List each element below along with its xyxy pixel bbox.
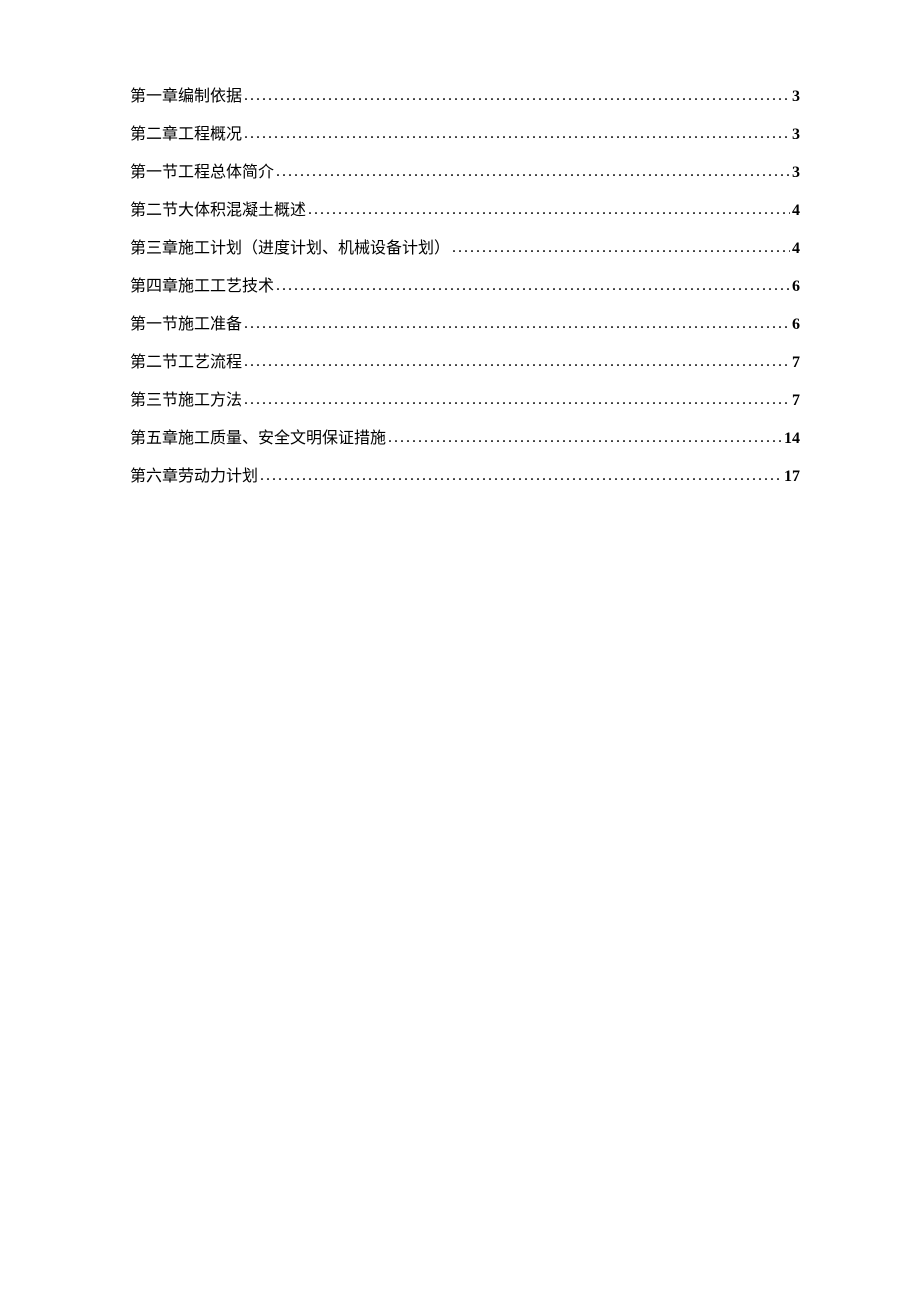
toc-leader-dots [276,160,790,184]
toc-page-number: 17 [784,465,800,489]
toc-title: 第一章编制依据 [130,85,242,109]
toc-entry: 第一节工程总体简介 3 [130,161,800,185]
toc-leader-dots [276,274,790,298]
toc-entry: 第三节施工方法 7 [130,389,800,413]
toc-entry: 第一节施工准备 6 [130,313,800,337]
document-page: 第一章编制依据 3 第二章工程概况 3 第一节工程总体简介 3 第二节大体积混凝… [0,0,920,489]
toc-page-number: 6 [792,275,800,299]
toc-title: 第一节工程总体简介 [130,161,274,185]
toc-title: 第三节施工方法 [130,389,242,413]
toc-title: 第二章工程概况 [130,123,242,147]
toc-page-number: 3 [792,85,800,109]
toc-page-number: 14 [784,427,800,451]
toc-entry: 第二节工艺流程 7 [130,351,800,375]
toc-title: 第四章施工工艺技术 [130,275,274,299]
toc-title: 第五章施工质量、安全文明保证措施 [130,427,386,451]
toc-page-number: 3 [792,161,800,185]
toc-leader-dots [260,464,782,488]
toc-title: 第二节工艺流程 [130,351,242,375]
toc-entry: 第一章编制依据 3 [130,85,800,109]
toc-leader-dots [244,312,790,336]
toc-leader-dots [308,198,790,222]
toc-page-number: 7 [792,389,800,413]
toc-page-number: 4 [792,237,800,261]
toc-leader-dots [244,350,790,374]
toc-entry: 第二节大体积混凝土概述 4 [130,199,800,223]
toc-page-number: 4 [792,199,800,223]
toc-title: 第二节大体积混凝土概述 [130,199,306,223]
toc-page-number: 3 [792,123,800,147]
toc-leader-dots [452,236,790,260]
toc-entry: 第二章工程概况 3 [130,123,800,147]
toc-entry: 第五章施工质量、安全文明保证措施 14 [130,427,800,451]
toc-leader-dots [244,122,790,146]
toc-page-number: 6 [792,313,800,337]
toc-leader-dots [388,426,782,450]
toc-leader-dots [244,388,790,412]
toc-title: 第三章施工计划（进度计划、机械设备计划） [130,237,450,261]
toc-page-number: 7 [792,351,800,375]
toc-entry: 第四章施工工艺技术 6 [130,275,800,299]
toc-entry: 第六章劳动力计划 17 [130,465,800,489]
toc-entry: 第三章施工计划（进度计划、机械设备计划） 4 [130,237,800,261]
toc-title: 第一节施工准备 [130,313,242,337]
toc-leader-dots [244,84,790,108]
toc-title: 第六章劳动力计划 [130,465,258,489]
